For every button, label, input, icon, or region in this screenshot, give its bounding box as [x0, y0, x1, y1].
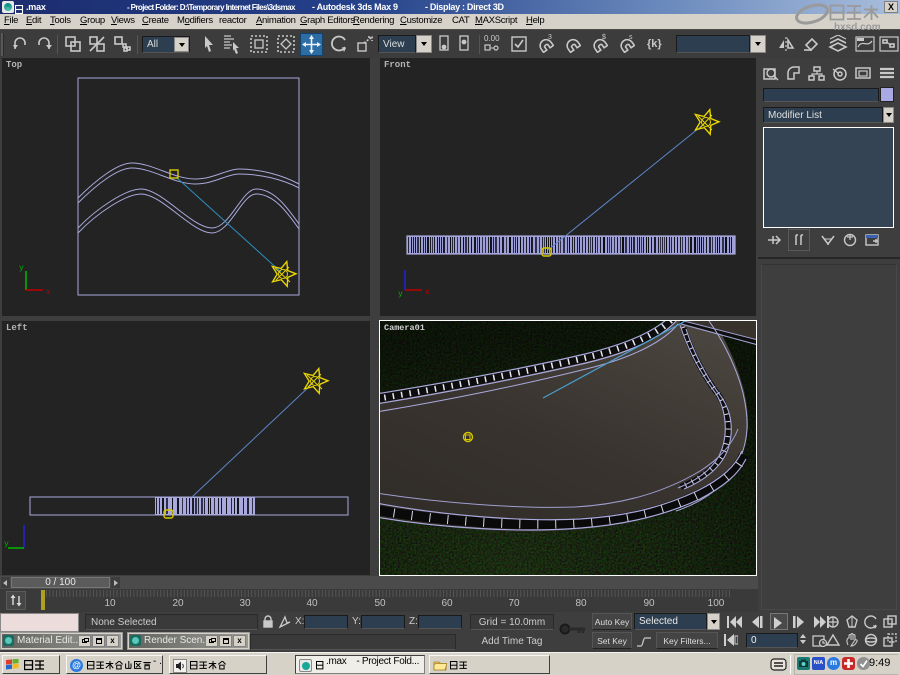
- svg-text:x: x: [425, 288, 430, 297]
- svg-text:y: y: [4, 540, 9, 549]
- svg-text:y: y: [398, 290, 403, 299]
- svg-text:x: x: [46, 288, 51, 297]
- svg-text:hxsd.com: hxsd.com: [834, 22, 881, 31]
- svg-text:y: y: [19, 264, 24, 273]
